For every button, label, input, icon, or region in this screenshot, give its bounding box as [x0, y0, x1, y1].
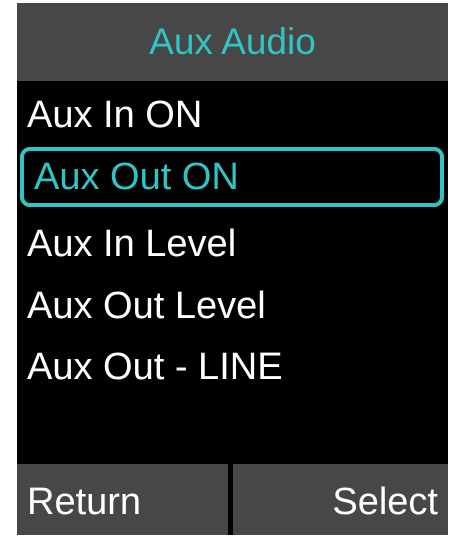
select-softkey[interactable]: Select	[233, 464, 448, 535]
return-softkey[interactable]: Return	[17, 464, 228, 535]
menu-item-aux-in-level[interactable]: Aux In Level	[17, 214, 448, 274]
menu-item-aux-out-on[interactable]: Aux Out ON	[20, 147, 444, 207]
phone-device: Aux Audio Aux In ON Aux Out ON Aux In Le…	[0, 0, 451, 538]
page-title: Aux Audio	[149, 21, 316, 62]
menu-item-aux-out-line[interactable]: Aux Out - LINE	[17, 337, 448, 397]
title-bar: Aux Audio	[17, 3, 448, 81]
phone-screen: Aux Audio Aux In ON Aux Out ON Aux In Le…	[17, 3, 448, 535]
menu-item-aux-in-on[interactable]: Aux In ON	[17, 85, 448, 145]
menu-item-aux-out-level[interactable]: Aux Out Level	[17, 276, 448, 336]
softkey-bar: Return Select	[17, 464, 448, 535]
